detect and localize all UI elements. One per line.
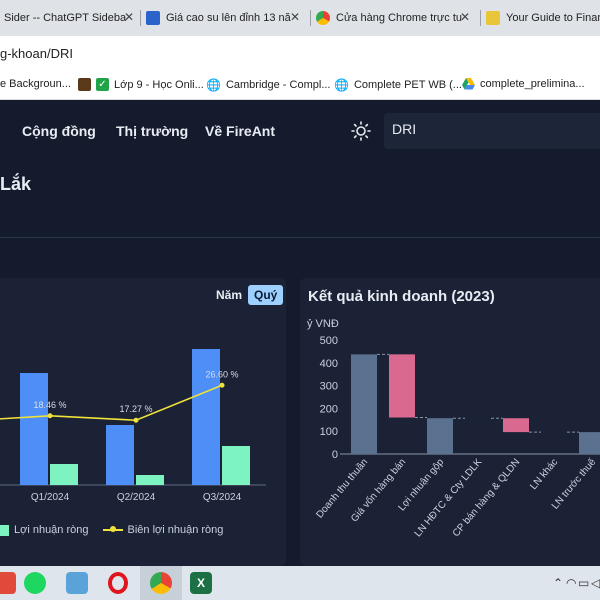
browser-tab-1[interactable]: Sider -- ChatGPT Sideba ✕ bbox=[0, 4, 140, 32]
y-tick-label: 0 bbox=[332, 449, 338, 461]
close-icon[interactable]: ✕ bbox=[290, 10, 300, 24]
waterfall-bar[interactable] bbox=[503, 418, 529, 433]
company-title: Lắk bbox=[0, 174, 32, 194]
bookmark-item[interactable]: 🌐 Cambridge - Compl... bbox=[206, 78, 331, 92]
legend-label: Biên lợi nhuận ròng bbox=[127, 524, 224, 536]
x-tick-label: LN HĐTC & Cty LDLK bbox=[413, 457, 485, 540]
margin-data-label: 17.27 % bbox=[119, 404, 152, 414]
bookmarks-bar: e Backgroun... ✓ Lớp 9 - Học Onli... 🌐 C… bbox=[0, 70, 600, 100]
chrome-store-icon bbox=[316, 11, 330, 25]
legend-label: Lợi nhuận ròng bbox=[14, 524, 89, 536]
browser-tab-4[interactable]: Your Guide to Financ bbox=[486, 4, 600, 32]
nav-community[interactable]: Cộng đồng bbox=[22, 123, 96, 139]
quarterly-profit-chart: 18.46 % 17.27 % 26.60 % Q1/2024 Q2/2024 Q3/2… bbox=[0, 349, 266, 503]
tab-quarter[interactable]: Quý bbox=[248, 285, 284, 305]
search-input[interactable] bbox=[392, 121, 592, 137]
news-icon bbox=[146, 11, 160, 25]
tab-title: Your Guide to Financ bbox=[506, 12, 600, 24]
revenue-bar[interactable] bbox=[20, 373, 48, 485]
legend-swatch bbox=[0, 524, 9, 536]
bookmark-label: complete_prelimina... bbox=[480, 78, 585, 90]
volume-icon[interactable]: ◁ bbox=[591, 576, 600, 590]
margin-data-label: 18.46 % bbox=[33, 400, 66, 410]
y-tick-label: 300 bbox=[320, 381, 338, 393]
margin-point[interactable] bbox=[133, 417, 139, 423]
close-icon[interactable]: ✕ bbox=[124, 10, 134, 24]
bookmark-item[interactable]: ✓ Lớp 9 - Học Onli... bbox=[78, 78, 204, 91]
search-box bbox=[384, 113, 600, 149]
wifi-icon[interactable]: ◠ bbox=[566, 576, 576, 590]
legend-net-profit[interactable]: Lợi nhuận ròng bbox=[0, 524, 89, 536]
guide-icon bbox=[486, 11, 500, 25]
period-tabs: Năm Quý bbox=[210, 285, 284, 305]
spotify-icon[interactable] bbox=[24, 572, 46, 594]
browser-tab-2[interactable]: Giá cao su lên đỉnh 13 nă ✕ bbox=[146, 4, 306, 32]
sun-icon[interactable] bbox=[351, 121, 371, 141]
y-tick-label: 200 bbox=[320, 403, 338, 415]
bookmark-icon bbox=[78, 78, 91, 91]
tab-title: Giá cao su lên đỉnh 13 nă bbox=[166, 12, 291, 24]
tab-separator bbox=[140, 10, 141, 26]
notes-icon[interactable] bbox=[66, 572, 88, 594]
legend-line-swatch bbox=[102, 526, 123, 532]
x-tick-label: Q2/2024 bbox=[117, 492, 156, 503]
tab-separator bbox=[480, 10, 481, 26]
chart-legend: Lợi nhuận ròng Biên lợi nhuận ròng bbox=[0, 524, 237, 536]
revenue-bar[interactable] bbox=[106, 425, 134, 485]
legend-net-margin[interactable]: Biên lợi nhuận ròng bbox=[102, 524, 224, 536]
bookmark-label: Cambridge - Compl... bbox=[225, 79, 331, 91]
net-profit-bar[interactable] bbox=[136, 475, 164, 485]
y-tick-label: 500 bbox=[320, 335, 338, 347]
bookmark-label: e Backgroun... bbox=[0, 78, 71, 90]
waterfall-bar[interactable] bbox=[579, 432, 600, 454]
waterfall-chart: 0100200300400500 Doanh thu thuầnGiá vốn … bbox=[314, 335, 600, 540]
margin-data-label: 26.60 % bbox=[205, 369, 238, 379]
app-icon[interactable] bbox=[0, 572, 16, 594]
opera-icon[interactable] bbox=[108, 572, 128, 594]
chrome-icon[interactable] bbox=[150, 572, 172, 594]
tab-title: Cửa hàng Chrome trực tu bbox=[336, 12, 463, 24]
margin-point[interactable] bbox=[219, 382, 225, 388]
browser-tab-3[interactable]: Cửa hàng Chrome trực tu ✕ bbox=[316, 4, 476, 32]
bookmark-item[interactable]: e Backgroun... bbox=[0, 78, 71, 90]
globe-icon: 🌐 bbox=[206, 78, 221, 92]
drive-icon bbox=[462, 78, 475, 90]
bookmark-label: Lớp 9 - Học Onli... bbox=[114, 78, 204, 91]
business-results-title: Kết quả kinh doanh (2023) bbox=[308, 288, 495, 305]
x-tick-label: Q3/2024 bbox=[203, 492, 242, 503]
url-text[interactable]: g-khoan/DRI bbox=[0, 46, 73, 61]
y-tick-label: 400 bbox=[320, 358, 338, 370]
margin-point[interactable] bbox=[47, 413, 53, 419]
close-icon[interactable]: ✕ bbox=[460, 10, 470, 24]
x-tick-label: LN khác bbox=[528, 457, 560, 492]
divider bbox=[0, 237, 600, 238]
bookmark-item[interactable]: complete_prelimina... bbox=[462, 78, 585, 90]
y-tick-label: 100 bbox=[320, 426, 338, 438]
waterfall-bar[interactable] bbox=[351, 354, 377, 454]
waterfall-bar[interactable] bbox=[427, 418, 453, 454]
nav-market[interactable]: Thị trường bbox=[116, 123, 188, 139]
tab-title: Sider -- ChatGPT Sideba bbox=[4, 12, 127, 24]
net-profit-bar[interactable] bbox=[50, 464, 78, 485]
taskbar: X ⌃ ◠ ▭ ◁ bbox=[0, 566, 600, 600]
x-tick-label: CP bán hàng & QLDN bbox=[451, 457, 523, 539]
net-profit-bar[interactable] bbox=[222, 446, 250, 485]
browser-tab-strip: Sider -- ChatGPT Sideba ✕ Giá cao su lên… bbox=[0, 0, 600, 36]
chevron-up-icon[interactable]: ⌃ bbox=[553, 576, 563, 590]
nav-about-fireant[interactable]: Về FireAnt bbox=[205, 123, 275, 139]
excel-icon[interactable]: X bbox=[190, 572, 212, 594]
display-icon[interactable]: ▭ bbox=[578, 576, 589, 590]
tab-separator bbox=[310, 10, 311, 26]
waterfall-bar[interactable] bbox=[389, 354, 415, 418]
bookmark-item[interactable]: 🌐 Complete PET WB (... bbox=[334, 78, 462, 92]
bookmark-label: Complete PET WB (... bbox=[353, 79, 462, 91]
globe-icon: 🌐 bbox=[334, 78, 349, 92]
check-icon: ✓ bbox=[96, 78, 109, 91]
x-tick-label: Q1/2024 bbox=[31, 492, 70, 503]
address-bar[interactable]: g-khoan/DRI bbox=[0, 36, 600, 70]
tab-year[interactable]: Năm bbox=[210, 285, 248, 305]
